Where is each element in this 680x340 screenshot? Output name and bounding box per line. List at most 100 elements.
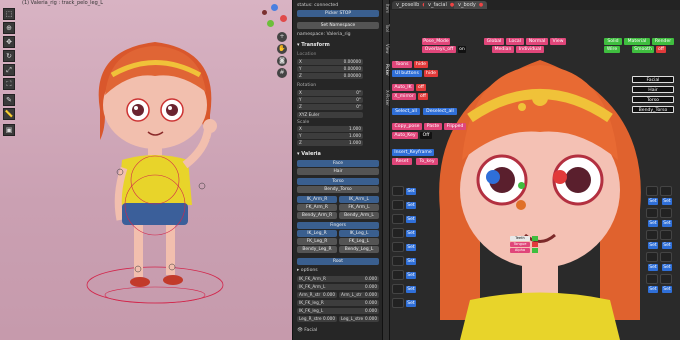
mouth-toggle[interactable] bbox=[532, 248, 538, 253]
material-button[interactable]: Material bbox=[624, 38, 650, 45]
root-button[interactable]: Root bbox=[297, 258, 379, 265]
transform-header[interactable]: ▾ Transform bbox=[297, 42, 330, 48]
move-icon[interactable]: ✥ bbox=[3, 36, 15, 48]
picker-stop-button[interactable]: Picker STOP bbox=[297, 10, 379, 17]
rotation-z-field[interactable]: Z 0° bbox=[297, 104, 363, 110]
rotation-x-field[interactable]: X 0° bbox=[297, 90, 363, 96]
bendy-leg-r-button[interactable]: Bendy_Leg_R bbox=[297, 246, 337, 253]
expression-thumb[interactable] bbox=[646, 230, 658, 240]
bendy-torso-button[interactable]: Bendy_Torso bbox=[297, 186, 379, 193]
expression-thumb[interactable] bbox=[660, 208, 672, 218]
ik-arm-l-button[interactable]: IK_Arm_L bbox=[339, 196, 379, 203]
tab-tool[interactable]: Tool bbox=[383, 24, 390, 32]
expression-thumb[interactable] bbox=[646, 274, 658, 284]
x-mirror-off-button[interactable]: off bbox=[418, 93, 428, 100]
expression-thumb[interactable] bbox=[392, 186, 404, 196]
ik-leg-r-button[interactable]: IK_Leg_R bbox=[297, 230, 337, 237]
sidebar-panel[interactable]: status: connected Picker STOP Set Namesp… bbox=[293, 0, 383, 340]
tab-picker[interactable]: Picker bbox=[383, 64, 390, 76]
ui-hide-button[interactable]: hide bbox=[424, 70, 438, 77]
ik-fk-arm-l-slider[interactable]: IK_FK_Arm_L 0.000 bbox=[297, 284, 379, 290]
bendy-arm-l-button[interactable]: Bendy_Arm_L bbox=[339, 212, 379, 219]
expression-thumb[interactable] bbox=[392, 270, 404, 280]
select-icon[interactable]: ⬚ bbox=[3, 8, 15, 20]
flipped-button[interactable]: Flipped bbox=[444, 123, 466, 130]
jaw-control[interactable] bbox=[516, 200, 526, 210]
set-button[interactable]: Set bbox=[406, 188, 416, 195]
rotation-y-field[interactable]: Y 0° bbox=[297, 97, 363, 103]
median-button[interactable]: Median bbox=[492, 46, 514, 53]
set-namespace-button[interactable]: Set Namespace bbox=[297, 22, 379, 29]
location-z-field[interactable]: Z 0.00000 bbox=[297, 73, 363, 79]
grid-icon[interactable]: # bbox=[277, 68, 287, 78]
expression-thumb[interactable] bbox=[392, 228, 404, 238]
auto-key-button[interactable]: Auto_Key bbox=[392, 132, 418, 139]
normal-button[interactable]: Normal bbox=[526, 38, 548, 45]
leg-r-stretch-slider[interactable]: Leg_R_stre 0.000 bbox=[297, 316, 337, 322]
teeth-button[interactable]: Teeth bbox=[510, 236, 530, 241]
tab-body[interactable]: v_body ● bbox=[454, 1, 488, 9]
face-button[interactable]: Face bbox=[297, 160, 379, 167]
expression-thumb[interactable] bbox=[392, 298, 404, 308]
expression-thumb[interactable] bbox=[660, 186, 672, 196]
tongue-button[interactable]: Tongue bbox=[510, 242, 530, 247]
scale-x-field[interactable]: X 1.000 bbox=[297, 126, 363, 132]
overlays-on-button[interactable]: on bbox=[458, 46, 466, 53]
auto-key-off-button[interactable]: Off bbox=[420, 132, 432, 139]
reset-button[interactable]: Reset bbox=[392, 158, 412, 165]
picker-viewport[interactable]: v_poselib● v_facial● v_body● bbox=[390, 0, 680, 340]
set-button[interactable]: Set bbox=[406, 258, 416, 265]
expression-thumb[interactable] bbox=[392, 284, 404, 294]
zoom-icon[interactable]: + bbox=[277, 32, 287, 42]
set-button[interactable]: Set bbox=[648, 242, 658, 249]
set-button[interactable]: Set bbox=[648, 220, 658, 227]
annotate-icon[interactable]: ✎ bbox=[3, 94, 15, 106]
facial-header[interactable]: 👁 Facial bbox=[297, 328, 317, 333]
head-top-control[interactable] bbox=[518, 103, 526, 111]
3d-viewport[interactable]: (1) Valeria_rig : track_pelo_leg_L ⬚ ⊕ ✥… bbox=[0, 0, 293, 340]
ik-fk-leg-r-slider[interactable]: IK_FK_leg_R 0.000 bbox=[297, 300, 379, 306]
set-button[interactable]: Set bbox=[648, 286, 658, 293]
set-button[interactable]: Set bbox=[406, 272, 416, 279]
location-x-field[interactable]: X 0.00000 bbox=[297, 59, 363, 65]
set-button[interactable]: Set bbox=[662, 242, 672, 249]
torso-button[interactable]: Torso bbox=[297, 178, 379, 185]
fingers-button[interactable]: Fingers bbox=[297, 222, 379, 229]
facial-select-button[interactable]: Facial bbox=[632, 76, 674, 83]
set-button[interactable]: Set bbox=[406, 216, 416, 223]
overlays-off-button[interactable]: Overlays_off bbox=[422, 46, 456, 53]
paste-button[interactable]: Paste bbox=[424, 123, 442, 130]
ik-leg-l-button[interactable]: IK_Leg_L bbox=[339, 230, 379, 237]
set-button[interactable]: Set bbox=[406, 244, 416, 251]
ik-fk-arm-r-slider[interactable]: IK_FK_Arm_R 0.000 bbox=[297, 276, 379, 282]
add-cube-icon[interactable]: ▣ bbox=[3, 124, 15, 136]
mouth-toggle[interactable] bbox=[532, 242, 538, 247]
fk-leg-r-button[interactable]: FK_Leg_R bbox=[297, 238, 337, 245]
bendy-arm-r-button[interactable]: Bendy_Arm_R bbox=[297, 212, 337, 219]
hair-select-button[interactable]: Hair bbox=[632, 86, 674, 93]
nose-control[interactable] bbox=[518, 182, 525, 189]
picker-canvas[interactable]: Pose_Mode Overlays_off on Global Local N… bbox=[390, 10, 680, 340]
scale-y-field[interactable]: Y 1.000 bbox=[297, 133, 363, 139]
tab-item[interactable]: Item bbox=[383, 4, 390, 13]
options-header[interactable]: ▸ options bbox=[297, 268, 318, 273]
leg-l-stretch-slider[interactable]: Leg_L_stre 0.000 bbox=[339, 316, 379, 322]
set-button[interactable]: Set bbox=[662, 264, 672, 271]
set-button[interactable]: Set bbox=[662, 220, 672, 227]
fk-leg-l-button[interactable]: FK_Leg_L bbox=[339, 238, 379, 245]
tab-x-picker[interactable]: X-Picker bbox=[383, 90, 390, 106]
local-button[interactable]: Local bbox=[506, 38, 524, 45]
set-button[interactable]: Set bbox=[662, 286, 672, 293]
to-key-button[interactable]: To_key bbox=[416, 158, 438, 165]
torso-select-button[interactable]: Torso bbox=[632, 96, 674, 103]
bendy-leg-l-button[interactable]: Bendy_Leg_L bbox=[339, 246, 379, 253]
toons-button[interactable]: Toons bbox=[392, 61, 412, 68]
set-button[interactable]: Set bbox=[406, 300, 416, 307]
rotation-mode-select[interactable]: XYZ Euler bbox=[297, 112, 363, 118]
fk-arm-r-button[interactable]: FK_Arm_R bbox=[297, 204, 337, 211]
set-button[interactable]: Set bbox=[648, 198, 658, 205]
scale-icon[interactable]: ⤢ bbox=[3, 64, 15, 76]
expression-thumb[interactable] bbox=[646, 208, 658, 218]
hair-button[interactable]: Hair bbox=[297, 168, 379, 175]
tab-view[interactable]: View bbox=[383, 44, 390, 54]
